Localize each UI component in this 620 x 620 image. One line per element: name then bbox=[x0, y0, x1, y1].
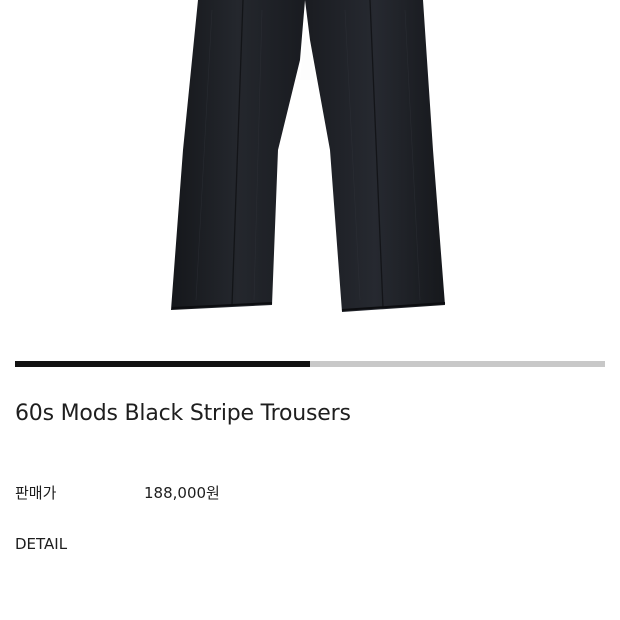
gallery-progress-fill bbox=[15, 361, 310, 367]
product-title: 60s Mods Black Stripe Trousers bbox=[15, 401, 351, 426]
right-trouser-leg bbox=[305, 0, 445, 312]
gallery-progress-bar[interactable] bbox=[15, 361, 605, 367]
detail-link[interactable]: DETAIL bbox=[15, 535, 67, 553]
product-image[interactable] bbox=[0, 0, 620, 355]
product-page: 60s Mods Black Stripe Trousers 판매가 188,0… bbox=[0, 0, 620, 620]
price-value: 188,000원 bbox=[144, 484, 220, 502]
price-label: 판매가 bbox=[15, 484, 57, 502]
trousers-illustration bbox=[171, 0, 446, 312]
